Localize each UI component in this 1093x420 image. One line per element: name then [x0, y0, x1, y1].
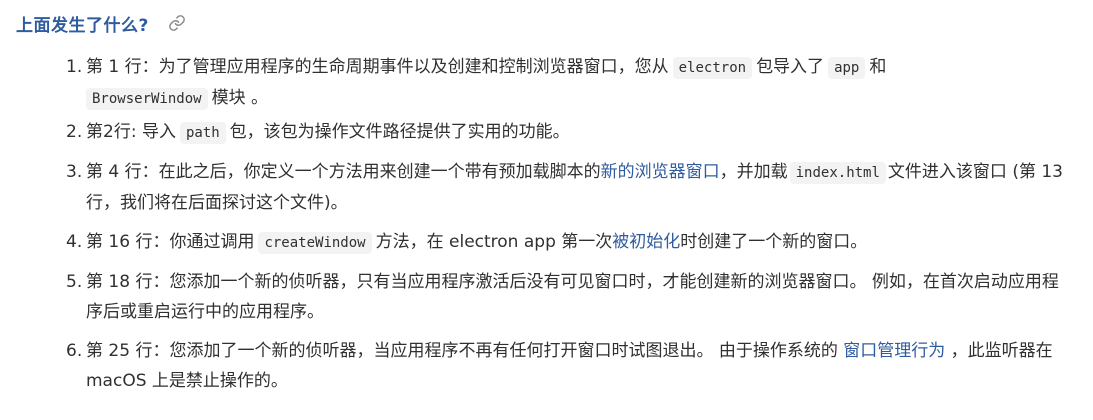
item-number: 3.	[66, 162, 83, 182]
item-text: 第2行: 导入	[86, 122, 176, 142]
section-title: 上面发生了什么?	[16, 15, 149, 36]
item-text: 时创建了一个新的窗口。	[680, 232, 868, 252]
item-number: 6.	[66, 341, 83, 361]
list-item: 5. 第 18 行：您添加一个新的侦听器，只有当应用程序激活后没有可见窗口时，才能…	[66, 267, 1071, 327]
item-text: 第 18 行：您添加一个新的侦听器，只有当应用程序激活后没有可见窗口时，才能创建…	[86, 272, 1059, 322]
section-heading: 上面发生了什么?	[16, 8, 187, 38]
list-item: 3. 第 4 行：在此之后，你定义一个方法用来创建一个带有预加载脚本的新的浏览器窗…	[66, 157, 1071, 218]
item-text: 第 4 行：在此之后，你定义一个方法用来创建一个带有预加载脚本的	[86, 162, 601, 182]
item-text: ，并加载	[719, 162, 788, 182]
document-page: 上面发生了什么? 1. 第 1 行：为了管理应用程序的生命周期事件以及创建和控制浏…	[0, 0, 1093, 420]
inline-code: electron	[672, 57, 753, 79]
initialized-link[interactable]: 被初始化	[612, 232, 680, 252]
item-number: 5.	[66, 272, 83, 292]
item-text: 第 25 行：您添加了一个新的侦听器，当应用程序不再有任何打开窗口时试图退出。 …	[86, 341, 844, 361]
inline-code: BrowserWindow	[86, 88, 208, 110]
list-item: 1. 第 1 行：为了管理应用程序的生命周期事件以及创建和控制浏览器窗口，您从 el…	[66, 52, 1071, 114]
item-number: 2.	[66, 122, 83, 142]
item-text: 模块 。	[211, 88, 268, 108]
inline-code: index.html	[789, 162, 886, 184]
list-item: 2. 第2行: 导入 path 包，该包为操作文件路径提供了实用的功能。	[66, 117, 1071, 148]
inline-code: app	[828, 57, 866, 79]
item-text: 包，该包为操作文件路径提供了实用的功能。	[229, 122, 570, 142]
item-text: 和	[869, 57, 887, 77]
inline-code: createWindow	[258, 232, 372, 254]
list-item: 6. 第 25 行：您添加了一个新的侦听器，当应用程序不再有任何打开窗口时试图退出…	[66, 336, 1071, 396]
link-icon[interactable]	[167, 13, 187, 33]
item-text: 方法，在 electron app 第一次	[375, 232, 613, 252]
item-text: 第 16 行：你通过调用	[86, 232, 255, 252]
inline-code: path	[179, 122, 226, 144]
explanation-list: 1. 第 1 行：为了管理应用程序的生命周期事件以及创建和控制浏览器窗口，您从 el…	[66, 52, 1071, 405]
item-number: 4.	[66, 232, 83, 252]
item-number: 1.	[66, 57, 83, 77]
list-item: 4. 第 16 行：你通过调用 createWindow 方法，在 electron …	[66, 227, 1071, 258]
item-text: 第 1 行：为了管理应用程序的生命周期事件以及创建和控制浏览器窗口，您从	[86, 57, 669, 77]
browser-window-link[interactable]: 新的浏览器窗口	[601, 162, 720, 182]
window-management-link[interactable]: 窗口管理行为	[843, 341, 945, 361]
item-text: 包导入了	[756, 57, 825, 77]
